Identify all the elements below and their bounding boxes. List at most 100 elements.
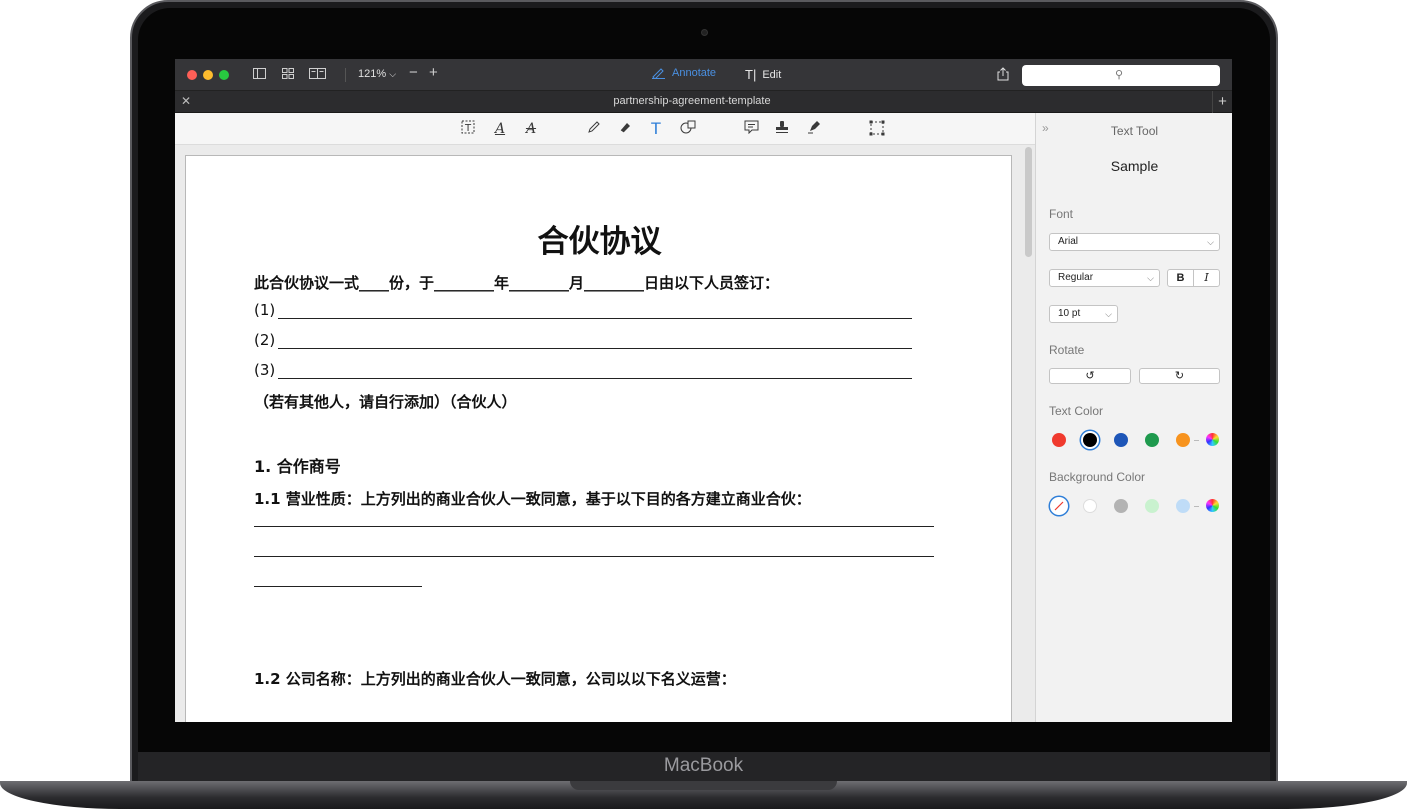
font-size-value: 10 pt: [1058, 308, 1081, 319]
bold-button[interactable]: B: [1167, 269, 1194, 287]
party-line-2-label: (2): [254, 331, 276, 349]
document-tab-title[interactable]: partnership-agreement-template: [175, 95, 1209, 107]
font-style-select[interactable]: Regular ⌵: [1049, 269, 1160, 287]
document-page[interactable]: 合伙协议 此合伙协议一式____份，于________年________月___…: [185, 155, 1012, 722]
chevron-down-icon: ⌵: [1207, 237, 1214, 247]
background-color-none[interactable]: [1052, 499, 1066, 513]
font-family-select[interactable]: Arial ⌵: [1049, 233, 1220, 251]
edit-mode-button[interactable]: T| Edit: [745, 67, 781, 82]
font-sample-preview: Sample: [1110, 158, 1159, 174]
strikethrough-text-icon[interactable]: A: [522, 120, 540, 138]
selection-icon[interactable]: [868, 120, 886, 138]
partner-note: （若有其他人，请自行添加）（合伙人）: [254, 393, 517, 411]
vertical-scrollbar[interactable]: [1025, 147, 1032, 257]
background-color-gray[interactable]: [1114, 499, 1128, 513]
clause-1-1: 1.1 营业性质：上方列出的商业合伙人一致同意，基于以下目的各方建立商业合伙：: [254, 488, 811, 509]
underline-text-icon[interactable]: A: [491, 120, 509, 138]
chevron-down-icon: ⌵: [1105, 309, 1112, 319]
rotate-label: Rotate: [1049, 343, 1085, 357]
clause-1-1-label: 1.1 营业性质: [254, 490, 346, 508]
zoom-window-button[interactable]: [219, 70, 229, 80]
tab-bar: ✕ partnership-agreement-template +: [175, 91, 1232, 113]
party-line-3-blank: [278, 378, 912, 379]
stamp-icon[interactable]: [773, 120, 791, 138]
share-icon[interactable]: [997, 67, 1009, 84]
edit-mode-label: Edit: [762, 68, 782, 81]
zoom-out-icon[interactable]: −: [409, 65, 418, 80]
sidebar-toggle-icon[interactable]: [253, 68, 266, 82]
text-color-black[interactable]: [1083, 433, 1097, 447]
zoom-in-icon[interactable]: +: [429, 65, 438, 80]
chevron-down-icon: ⌵: [1147, 273, 1154, 283]
zoom-value: 121%: [358, 68, 387, 80]
note-icon[interactable]: [742, 120, 760, 138]
background-color-light-blue[interactable]: [1176, 499, 1190, 513]
minimize-window-button[interactable]: [203, 70, 213, 80]
laptop-notch: [570, 781, 837, 790]
toolbar-separator: [345, 68, 346, 82]
device-label: MacBook: [663, 755, 744, 776]
window-titlebar: 121% ⌵ − + Annotate T| Edit ⚲: [175, 59, 1232, 91]
grid-view-icon[interactable]: [282, 68, 294, 82]
two-page-view-icon[interactable]: [309, 68, 326, 82]
text-color-label: Text Color: [1049, 404, 1104, 418]
text-cursor-icon: T|: [745, 67, 757, 82]
clause-1-2: 1.2 公司名称：上方列出的商业合伙人一致同意，公司以以下名义运营：: [254, 668, 736, 689]
rotate-right-icon: ↻: [1174, 370, 1185, 382]
font-family-value: Arial: [1058, 236, 1079, 247]
background-color-white[interactable]: [1083, 499, 1097, 513]
section-1-heading: 1. 合作商号: [254, 457, 341, 476]
text-color-orange[interactable]: [1176, 433, 1190, 447]
text-color-picker-icon[interactable]: [1206, 433, 1219, 446]
text-color-red[interactable]: [1052, 433, 1066, 447]
text-tool-panel: » Text Tool Sample Font Arial ⌵ Regular …: [1035, 113, 1232, 722]
text-tool-icon[interactable]: T: [647, 120, 665, 138]
clause-1-1-text: ：上方列出的商业合伙人一致同意，基于以下目的各方建立商业合伙：: [345, 490, 811, 508]
signature-icon[interactable]: [805, 120, 823, 138]
party-line-1-blank: [278, 318, 912, 319]
font-style-value: Regular: [1058, 272, 1094, 283]
font-size-select[interactable]: 10 pt ⌵: [1049, 305, 1118, 323]
screen: 121% ⌵ − + Annotate T| Edit ⚲ ✕ partners…: [175, 59, 1232, 722]
clause-1-1-blank-3: [254, 586, 422, 587]
chevron-down-icon: ⌵: [389, 69, 397, 79]
camera-icon: [701, 29, 708, 36]
close-window-button[interactable]: [187, 70, 197, 80]
clause-1-1-blank-1: [254, 526, 934, 527]
annotate-mode-label: Annotate: [672, 67, 717, 79]
background-color-picker-icon[interactable]: [1206, 499, 1219, 512]
clause-1-2-text: ：上方列出的商业合伙人一致同意，公司以以下名义运营：: [345, 670, 736, 688]
intro-line: 此合伙协议一式____份，于________年________月________…: [254, 274, 780, 292]
font-label: Font: [1049, 207, 1074, 221]
clause-1-2-label: 1.2 公司名称: [254, 670, 346, 688]
shape-tool-icon[interactable]: [679, 120, 697, 138]
text-color-green[interactable]: [1145, 433, 1159, 447]
search-icon: ⚲: [1115, 69, 1124, 81]
pen-icon: [652, 68, 665, 79]
zoom-dropdown[interactable]: 121% ⌵: [358, 68, 396, 80]
search-input[interactable]: ⚲: [1022, 65, 1220, 86]
pencil-icon[interactable]: [585, 120, 603, 138]
annotate-mode-button[interactable]: Annotate: [651, 67, 716, 79]
rotate-left-icon: ↺: [1085, 370, 1095, 382]
document-viewport[interactable]: 合伙协议 此合伙协议一式____份，于________年________月___…: [175, 145, 1035, 722]
svg-text:T: T: [464, 123, 472, 134]
party-line-3-label: (3): [254, 361, 276, 379]
rotate-right-button[interactable]: ↻: [1139, 368, 1220, 384]
color-separator: [1194, 506, 1199, 507]
new-tab-button[interactable]: +: [1212, 91, 1232, 113]
party-line-2-blank: [278, 348, 912, 349]
rotate-left-button[interactable]: ↺: [1049, 368, 1131, 384]
document-title: 合伙协议: [537, 224, 662, 260]
background-color-light-green[interactable]: [1145, 499, 1159, 513]
background-color-label: Background Color: [1049, 470, 1146, 484]
party-line-1-label: (1): [254, 301, 276, 319]
color-separator: [1194, 440, 1199, 441]
eraser-icon[interactable]: [616, 120, 634, 138]
text-color-blue[interactable]: [1114, 433, 1128, 447]
panel-title: Text Tool: [1110, 124, 1159, 138]
clause-1-1-blank-2: [254, 556, 934, 557]
text-box-tool-icon[interactable]: T: [459, 120, 477, 138]
italic-button[interactable]: I: [1193, 269, 1220, 287]
annotation-toolbar: T A A T: [175, 113, 1035, 145]
